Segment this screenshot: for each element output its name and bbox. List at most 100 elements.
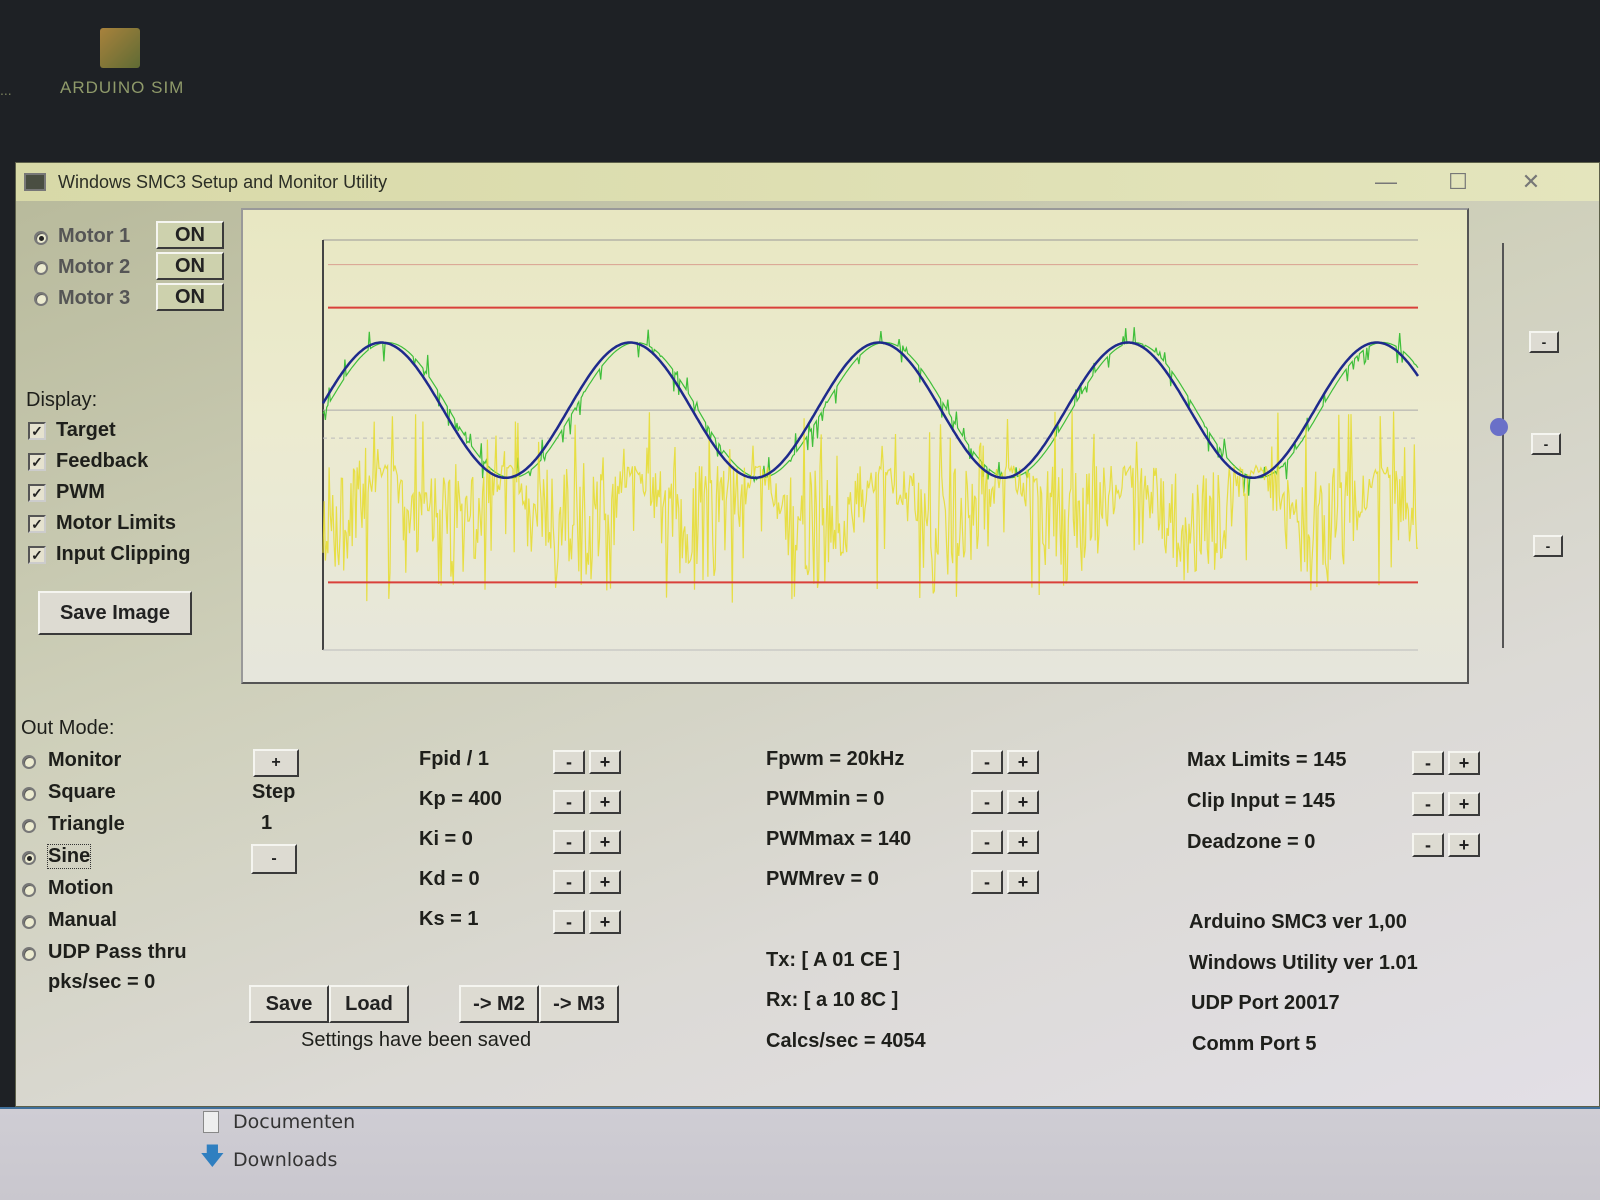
pwm-0-plus-button[interactable]: + xyxy=(1007,750,1039,774)
pwm-3-plus-button[interactable]: + xyxy=(1007,870,1039,894)
limit-0-plus-button[interactable]: + xyxy=(1448,751,1480,775)
copy-to-m3-button[interactable]: -> M3 xyxy=(539,985,619,1023)
pid-3-plus-button[interactable]: + xyxy=(589,870,621,894)
limit-2-plus-button[interactable]: + xyxy=(1448,833,1480,857)
udp-port: UDP Port 20017 xyxy=(1191,992,1340,1014)
motor-2-label: Motor 2 xyxy=(58,256,131,278)
target-checkbox[interactable]: ✓ xyxy=(28,422,46,440)
close-button[interactable]: ✕ xyxy=(1511,167,1551,197)
step-value: 1 xyxy=(261,812,273,834)
minimize-button[interactable]: — xyxy=(1366,167,1406,197)
out-mode-radio-sine[interactable] xyxy=(22,851,36,865)
app-icon xyxy=(24,173,46,191)
rx-readout: Rx: [ a 10 8C ] xyxy=(766,989,899,1011)
side-button-2[interactable]: - xyxy=(1531,433,1561,455)
pwm-label: PWM xyxy=(56,481,105,503)
motor-limits-checkbox[interactable]: ✓ xyxy=(28,515,46,533)
save-button[interactable]: Save xyxy=(249,985,329,1023)
pwm-checkbox[interactable]: ✓ xyxy=(28,484,46,502)
pid-3-minus-button[interactable]: - xyxy=(553,870,585,894)
copy-to-m2-button[interactable]: -> M2 xyxy=(459,985,539,1023)
load-button[interactable]: Load xyxy=(329,985,409,1023)
motor-limits-label: Motor Limits xyxy=(56,512,176,534)
desktop-left-label: ... xyxy=(0,82,12,98)
motor-3-radio[interactable] xyxy=(34,292,48,306)
motor-1-label: Motor 1 xyxy=(58,225,131,247)
motor-3-on-button[interactable]: ON xyxy=(156,283,224,311)
comm-port: Comm Port 5 xyxy=(1192,1033,1317,1055)
target-label: Target xyxy=(56,419,116,441)
pid-2-plus-button[interactable]: + xyxy=(589,830,621,854)
pid-label-4: Ks = 1 xyxy=(419,908,479,930)
pks-sec-label: pks/sec = 0 xyxy=(48,971,156,993)
pid-label-2: Ki = 0 xyxy=(419,828,473,850)
smc3-window: Windows SMC3 Setup and Monitor Utility —… xyxy=(15,162,1600,1107)
side-button-1[interactable]: - xyxy=(1529,331,1559,353)
out-mode-label-square: Square xyxy=(48,781,116,803)
motor-1-radio[interactable] xyxy=(34,231,48,245)
step-minus-button[interactable]: - xyxy=(251,844,297,874)
arduino-version: Arduino SMC3 ver 1,00 xyxy=(1189,911,1407,933)
pid-0-plus-button[interactable]: + xyxy=(589,750,621,774)
limit-2-minus-button[interactable]: - xyxy=(1412,833,1444,857)
pid-2-minus-button[interactable]: - xyxy=(553,830,585,854)
limit-1-plus-button[interactable]: + xyxy=(1448,792,1480,816)
side-button-3[interactable]: - xyxy=(1533,535,1563,557)
out-mode-label-triangle: Triangle xyxy=(48,813,125,835)
save-image-button[interactable]: Save Image xyxy=(38,591,192,635)
out-mode-label-manual: Manual xyxy=(48,909,117,931)
out-mode-radio-manual[interactable] xyxy=(22,915,36,929)
settings-status: Settings have been saved xyxy=(301,1029,532,1051)
out-mode-radio-udp-pass-thru[interactable] xyxy=(22,947,36,961)
limit-label-0: Max Limits = 145 xyxy=(1187,749,1347,771)
out-mode-radio-monitor[interactable] xyxy=(22,755,36,769)
explorer-item-downloads[interactable]: Downloads xyxy=(233,1149,337,1171)
out-mode-radio-triangle[interactable] xyxy=(22,819,36,833)
pid-1-minus-button[interactable]: - xyxy=(553,790,585,814)
pwm-0-minus-button[interactable]: - xyxy=(971,750,1003,774)
out-mode-heading: Out Mode: xyxy=(21,717,115,739)
pwm-1-minus-button[interactable]: - xyxy=(971,790,1003,814)
pwm-2-minus-button[interactable]: - xyxy=(971,830,1003,854)
window-title: Windows SMC3 Setup and Monitor Utility xyxy=(58,171,388,192)
title-bar[interactable]: Windows SMC3 Setup and Monitor Utility —… xyxy=(16,163,1599,201)
feedback-checkbox[interactable]: ✓ xyxy=(28,453,46,471)
input-clipping-label: Input Clipping xyxy=(56,543,191,565)
pid-4-minus-button[interactable]: - xyxy=(553,910,585,934)
out-mode-label-sine: Sine xyxy=(46,844,92,869)
feedback-label: Feedback xyxy=(56,450,149,472)
motor-2-on-button[interactable]: ON xyxy=(156,252,224,280)
limit-0-minus-button[interactable]: - xyxy=(1412,751,1444,775)
pid-4-plus-button[interactable]: + xyxy=(589,910,621,934)
pwm-2-plus-button[interactable]: + xyxy=(1007,830,1039,854)
motor-3-label: Motor 3 xyxy=(58,287,131,309)
desktop-icon-label: ARDUINO SIM xyxy=(60,78,185,97)
pid-label-3: Kd = 0 xyxy=(419,868,480,890)
motor-2-radio[interactable] xyxy=(34,261,48,275)
pwm-3-minus-button[interactable]: - xyxy=(971,870,1003,894)
out-mode-label-motion: Motion xyxy=(48,877,114,899)
out-mode-radio-square[interactable] xyxy=(22,787,36,801)
out-mode-label-monitor: Monitor xyxy=(48,749,122,771)
limit-1-minus-button[interactable]: - xyxy=(1412,792,1444,816)
display-heading: Display: xyxy=(26,389,98,411)
pwm-label-3: PWMrev = 0 xyxy=(766,868,879,890)
arduino-sim-icon[interactable] xyxy=(100,28,140,68)
pid-0-minus-button[interactable]: - xyxy=(553,750,585,774)
maximize-button[interactable]: ☐ xyxy=(1438,167,1478,197)
explorer-item-documenten[interactable]: Documenten xyxy=(233,1111,355,1133)
pid-1-plus-button[interactable]: + xyxy=(589,790,621,814)
input-clipping-checkbox[interactable]: ✓ xyxy=(28,546,46,564)
step-plus-button[interactable]: + xyxy=(253,749,299,777)
pwm-label-2: PWMmax = 140 xyxy=(766,828,912,850)
utility-version: Windows Utility ver 1.01 xyxy=(1189,952,1418,974)
out-mode-label-udp-pass-thru: UDP Pass thru xyxy=(48,941,187,963)
slider-thumb[interactable] xyxy=(1490,418,1508,436)
out-mode-radio-motion[interactable] xyxy=(22,883,36,897)
limit-label-1: Clip Input = 145 xyxy=(1187,790,1336,812)
tx-readout: Tx: [ A 01 CE ] xyxy=(766,949,901,971)
motor-1-on-button[interactable]: ON xyxy=(156,221,224,249)
pwm-series xyxy=(322,411,1419,603)
pwm-1-plus-button[interactable]: + xyxy=(1007,790,1039,814)
slider-track[interactable] xyxy=(1502,243,1504,648)
